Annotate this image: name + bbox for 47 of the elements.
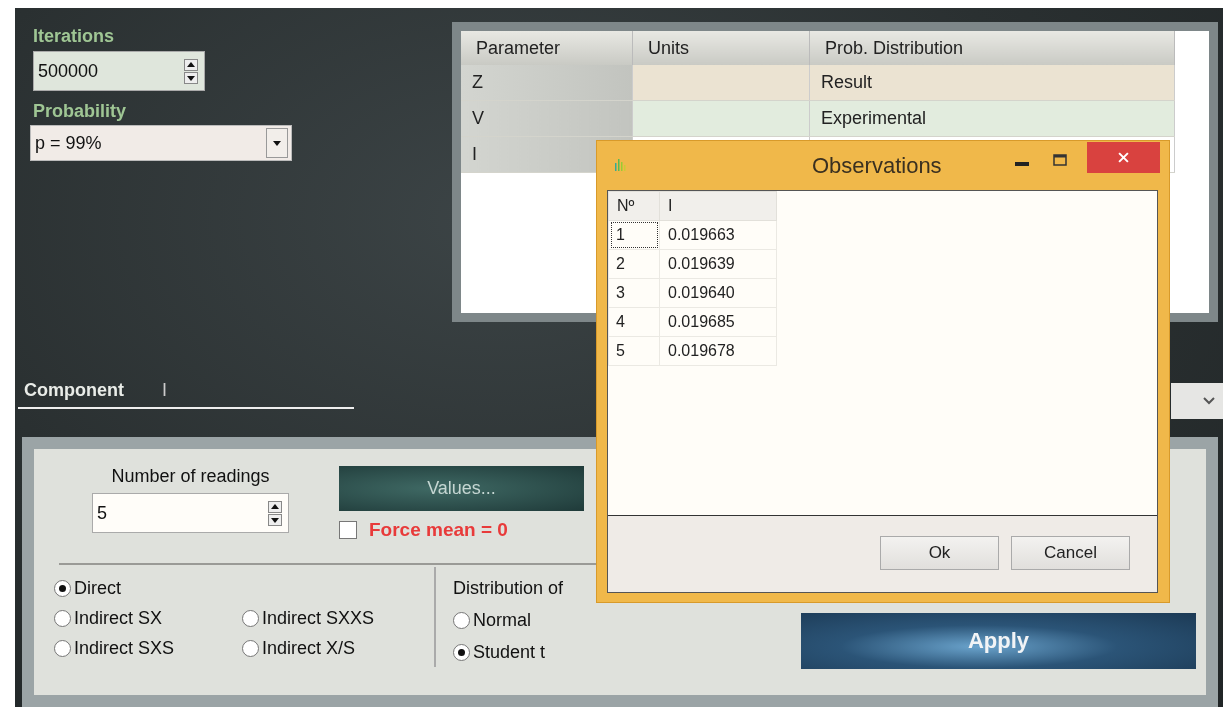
chevron-down-icon: [1203, 397, 1215, 405]
spin-down-icon[interactable]: [184, 71, 198, 84]
value-cell[interactable]: 0.019663: [659, 220, 777, 250]
readings-field[interactable]: 5: [92, 493, 289, 533]
column-header[interactable]: Parameter: [461, 31, 633, 65]
iterations-field[interactable]: 500000: [33, 51, 205, 91]
parameter-cell: Z: [461, 65, 633, 101]
readings-label: Number of readings: [111, 466, 270, 487]
value-cell[interactable]: 0.019685: [659, 307, 777, 337]
spin-up-icon[interactable]: [184, 58, 198, 71]
ok-button[interactable]: Ok: [880, 536, 999, 570]
distribution-label: Distribution of: [453, 577, 564, 600]
spin-up-icon[interactable]: [268, 500, 282, 513]
method-radio[interactable]: Indirect SXS: [54, 633, 242, 663]
column-header[interactable]: Nº: [608, 191, 660, 221]
column-header[interactable]: Units: [632, 31, 810, 65]
probability-label: Probability: [33, 101, 126, 122]
method-radio[interactable]: Indirect SX: [54, 603, 242, 633]
distribution-radio[interactable]: Student t: [453, 637, 564, 667]
iterations-label: Iterations: [33, 26, 115, 47]
force-mean-label: Force mean = 0: [369, 519, 508, 541]
probability-dropdown[interactable]: p = 99%: [30, 125, 292, 161]
bar-chart-icon: [615, 156, 627, 171]
column-header[interactable]: I: [659, 191, 777, 221]
component-value: I: [162, 380, 167, 401]
values-button[interactable]: Values...: [339, 466, 584, 511]
cancel-button[interactable]: Cancel: [1011, 536, 1130, 570]
component-label: Component: [24, 380, 124, 401]
method-radio[interactable]: Direct: [54, 573, 432, 603]
value-cell[interactable]: 0.019640: [659, 278, 777, 308]
value-cell[interactable]: 0.019639: [659, 249, 777, 279]
value-cell[interactable]: 0.019678: [659, 336, 777, 366]
close-icon: [1118, 152, 1129, 163]
parameter-cell: V: [461, 100, 633, 137]
component-tab[interactable]: Component I: [18, 380, 354, 409]
column-header[interactable]: Prob. Distribution: [809, 31, 1175, 65]
method-radio[interactable]: Indirect X/S: [242, 633, 432, 663]
minimize-icon[interactable]: [1015, 161, 1029, 166]
distribution-radio[interactable]: Normal: [453, 605, 564, 635]
maximize-icon[interactable]: [1053, 153, 1067, 166]
method-radio[interactable]: Indirect SXXS: [242, 603, 432, 633]
distribution-cell: Result: [821, 72, 873, 92]
distribution-cell: Experimental: [821, 108, 927, 128]
spin-down-icon[interactable]: [268, 513, 282, 526]
dialog-title: Observations: [812, 153, 942, 179]
row-number-cell[interactable]: 1: [611, 222, 658, 248]
force-mean-checkbox[interactable]: [339, 521, 357, 539]
